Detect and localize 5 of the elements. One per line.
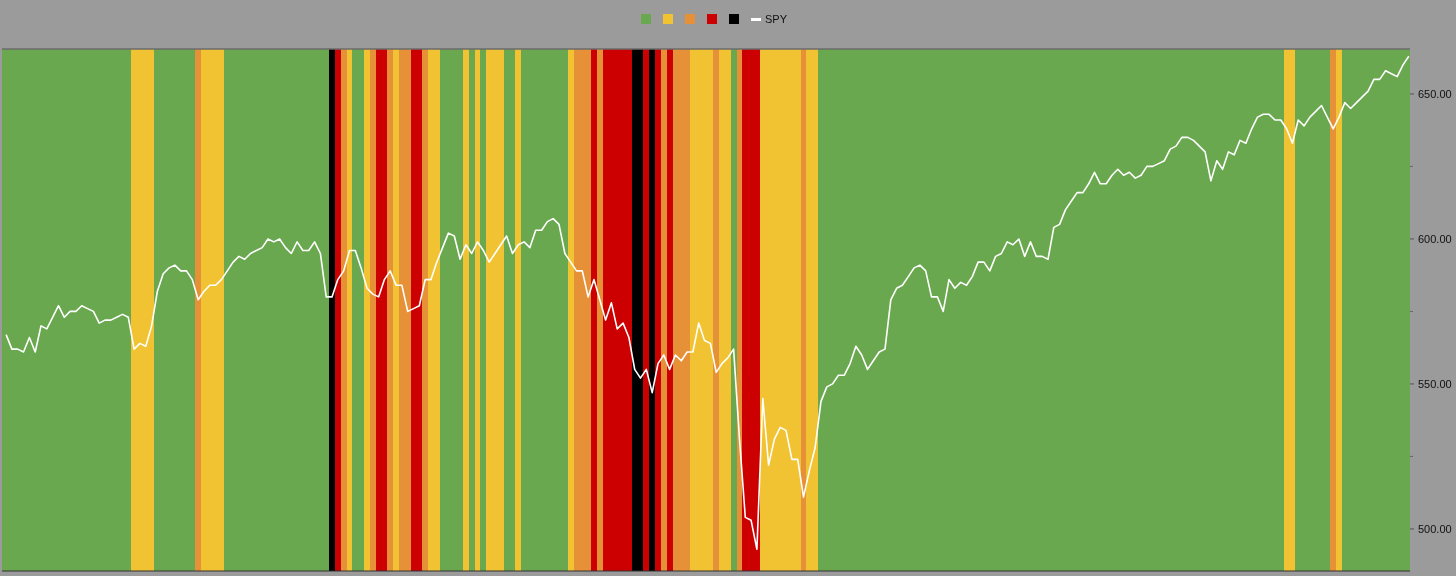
y-tick-label: 600.00 <box>1418 232 1452 245</box>
y-tick-label: 650.00 <box>1418 87 1452 100</box>
y-tick-label: 500.00 <box>1418 522 1452 535</box>
legend-label: SPY <box>765 13 787 25</box>
y-tick-label: 550.00 <box>1418 377 1452 390</box>
